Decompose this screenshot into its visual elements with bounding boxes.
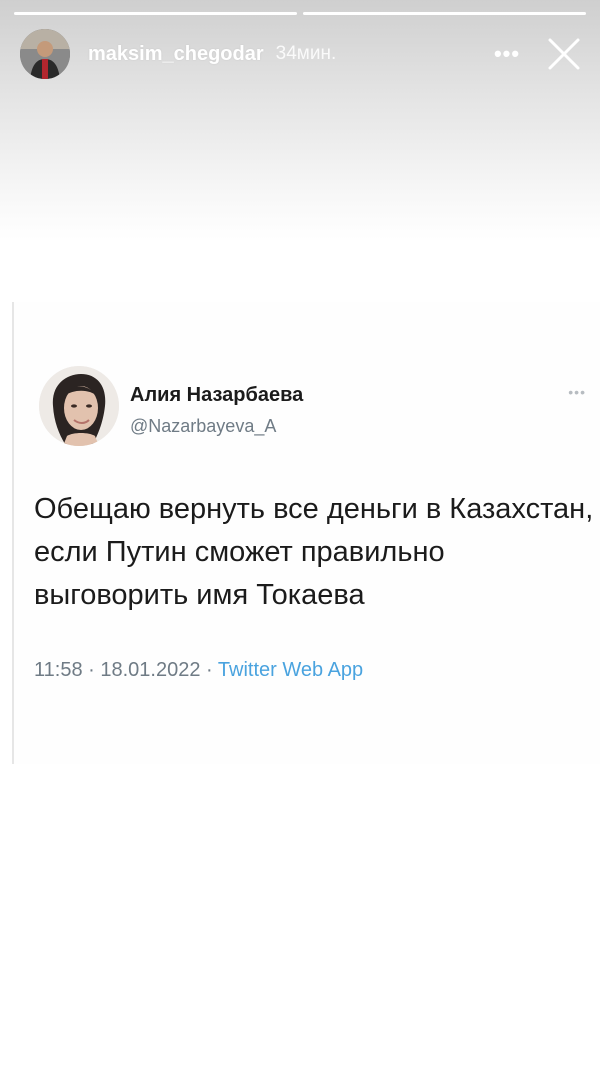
more-horizontal-icon[interactable]: •••: [490, 41, 524, 66]
user-avatar-image: [20, 29, 70, 79]
tweet-meta: 11:58 · 18.01.2022 · Twitter Web App: [34, 659, 363, 682]
story-time: 34мин.: [275, 43, 337, 64]
story-progress-fill: [303, 12, 586, 15]
tweet-text: Обещаю вернуть все деньги в Казахстан, е…: [34, 493, 594, 611]
tweet-avatar-image: [39, 366, 119, 446]
user-avatar[interactable]: [20, 29, 70, 79]
story-progress: [14, 12, 586, 15]
story-progress-segment: [303, 12, 586, 15]
tweet-time: 11:58: [34, 659, 83, 681]
story-progress-fill: [14, 12, 297, 15]
close-icon[interactable]: [546, 36, 582, 72]
tweet-author-handle[interactable]: @Nazarbayeva_A: [130, 416, 276, 437]
tweet-date: 18.01.2022: [100, 659, 201, 681]
tweet-author-avatar: [39, 366, 119, 446]
more-dots-icon[interactable]: •••: [568, 384, 586, 400]
story-header: maksim_chegodar 34мин. •••: [20, 29, 586, 79]
story-username[interactable]: maksim_chegodar: [88, 43, 264, 66]
tweet-meta-separator: ·: [206, 659, 213, 681]
story-progress-segment: [14, 12, 297, 15]
tweet-author-name[interactable]: Алия Назарбаева: [130, 384, 303, 407]
tweet-card: Алия Назарбаева @Nazarbayeva_A ••• Обеща…: [12, 302, 600, 764]
tweet-source-link[interactable]: Twitter Web App: [218, 659, 363, 681]
tweet-meta-separator: ·: [88, 659, 95, 681]
